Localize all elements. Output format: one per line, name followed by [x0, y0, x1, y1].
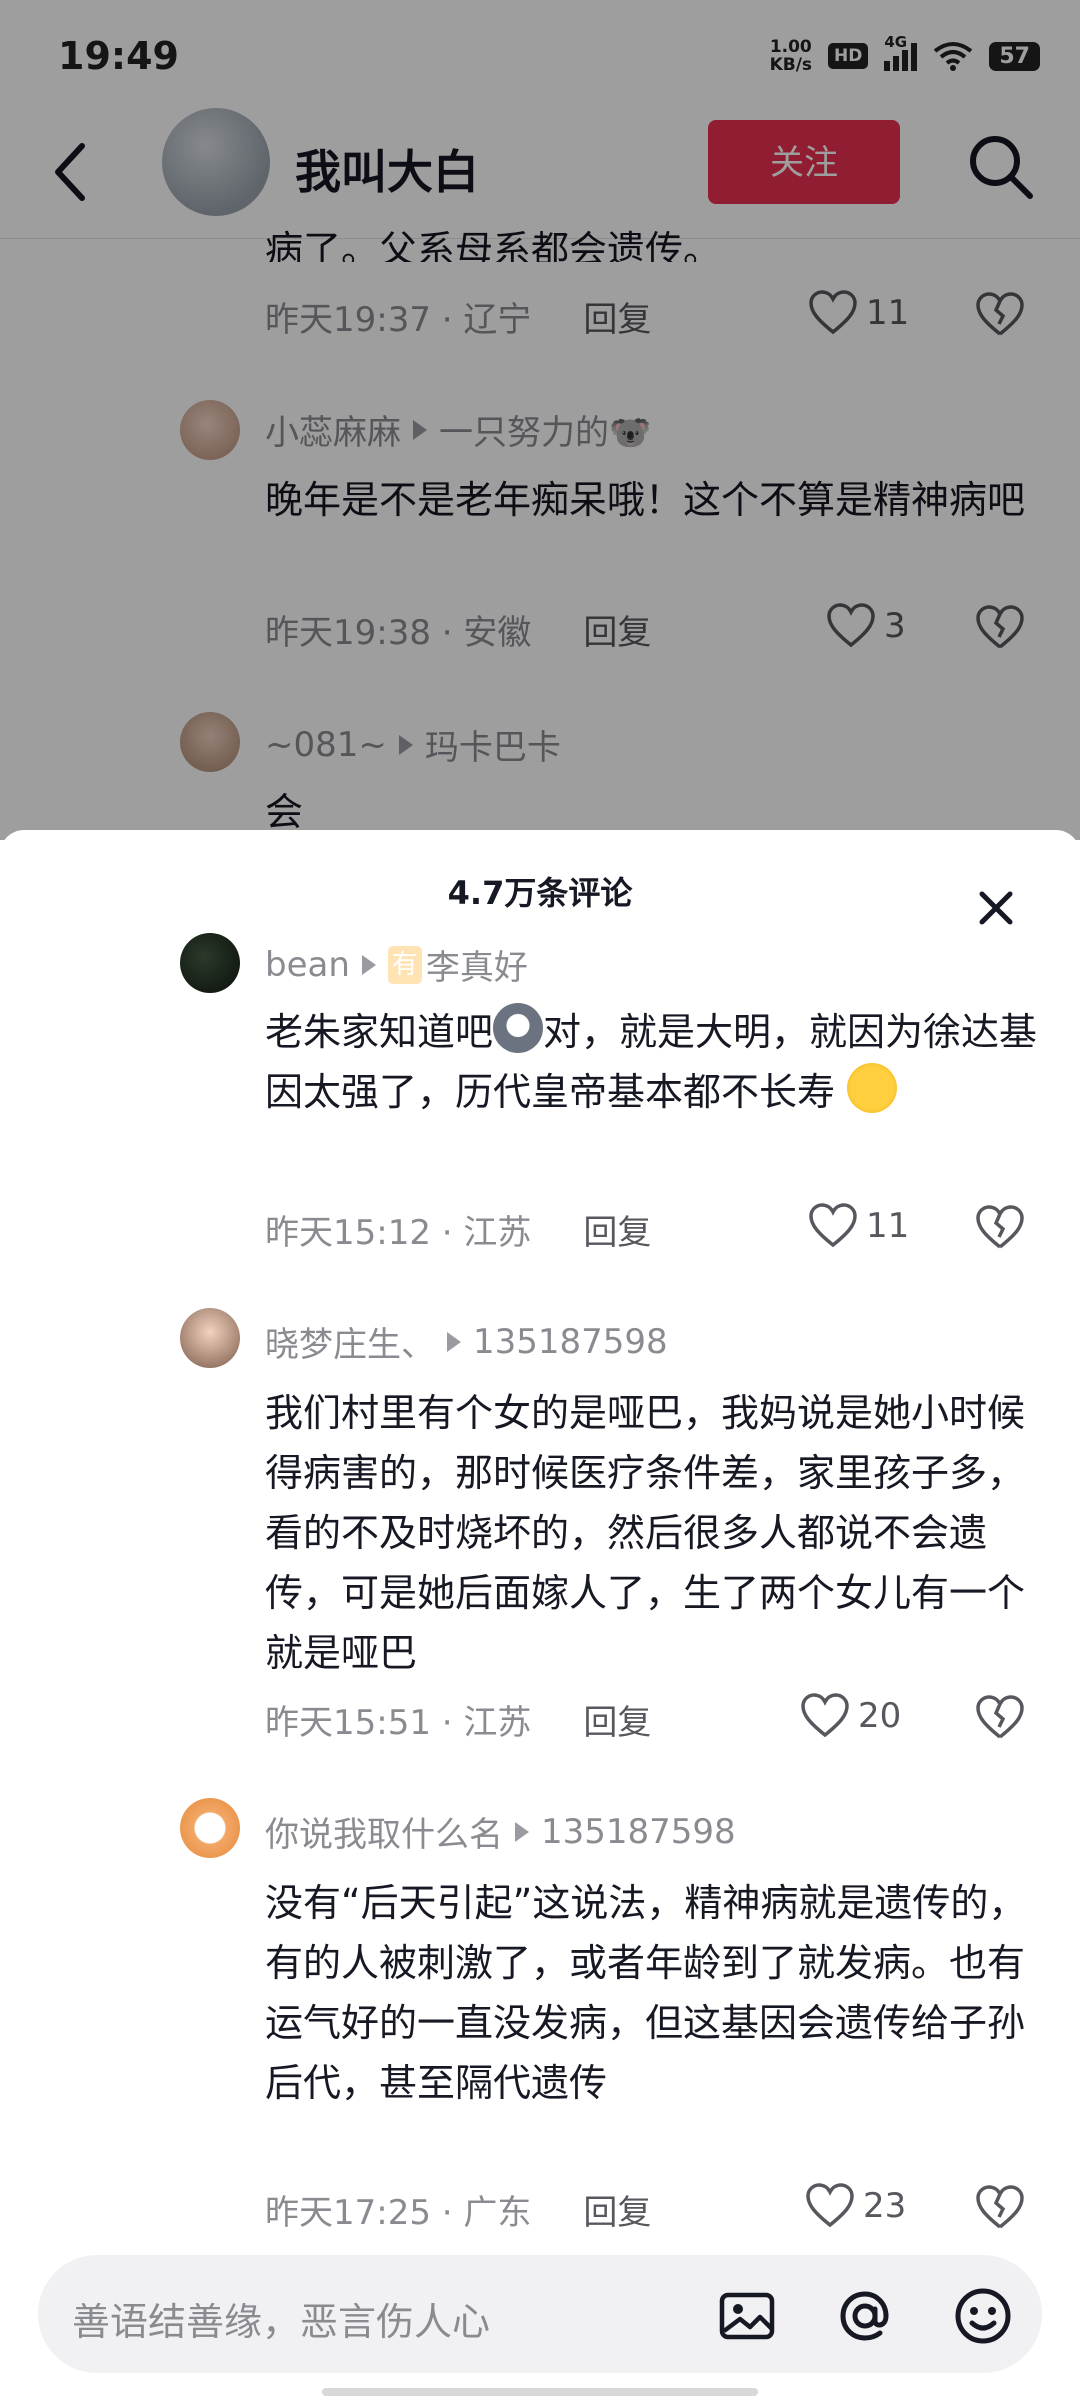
- comment-count-title: 4.7万条评论: [447, 874, 633, 912]
- broken-heart-icon[interactable]: [975, 2183, 1025, 2233]
- mention-icon[interactable]: [834, 2285, 896, 2347]
- broken-heart-icon[interactable]: [975, 1203, 1025, 1253]
- reply-arrow-icon: [361, 954, 376, 975]
- heart-icon: [806, 2183, 854, 2228]
- reply-button[interactable]: 回复: [583, 2193, 651, 2233]
- reply-to-username[interactable]: 135187598: [473, 1322, 668, 1362]
- reply-button[interactable]: 回复: [583, 1213, 651, 1253]
- modal-overlay[interactable]: [0, 0, 1080, 840]
- comment-username[interactable]: bean: [265, 945, 350, 985]
- heart-icon: [801, 1693, 849, 1738]
- comment-input-bar[interactable]: 善语结善缘，恶言伤人心: [38, 2255, 1042, 2373]
- reply-to-username[interactable]: 135187598: [541, 1812, 736, 1852]
- avatar[interactable]: [180, 1798, 240, 1858]
- laugh-cry-emoji-icon: [847, 1063, 898, 1113]
- like-button[interactable]: 23: [805, 2183, 906, 2229]
- heart-icon: [809, 1203, 857, 1248]
- image-icon[interactable]: [716, 2285, 778, 2347]
- avatar[interactable]: [180, 1308, 240, 1368]
- comment-user-line: 你说我取什么名 135187598: [265, 1807, 736, 1856]
- avatar[interactable]: [180, 933, 240, 993]
- comment-username[interactable]: 你说我取什么名: [265, 1807, 503, 1856]
- comment-input-placeholder[interactable]: 善语结善缘，恶言伤人心: [72, 2291, 490, 2346]
- comment-username[interactable]: 晓梦庄生、: [265, 1317, 435, 1366]
- comment-text: 老朱家知道吧 对，就是大明，就因为徐达基因太强了，历代皇帝基本都不长寿: [265, 1002, 1045, 1122]
- comment-meta: 昨天17:25 · 广东 回复: [265, 2193, 652, 2233]
- reply-button[interactable]: 回复: [583, 1703, 651, 1743]
- comment-meta: 昨天15:51 · 江苏 回复: [265, 1703, 652, 1743]
- comment-text: 没有“后天引起”这说法，精神病就是遗传的，有的人被刺激了，或者年龄到了就发病。也…: [265, 1881, 1027, 2105]
- home-indicator[interactable]: [322, 2388, 758, 2396]
- husky-emoji-icon: [493, 1003, 544, 1053]
- comment-text: 我们村里有个女的是哑巴，我妈说是她小时候得病害的，那时候医疗条件差，家里孩子多，…: [265, 1391, 1026, 1675]
- comment-sheet: 4.7万条评论 bean 有 李真好 老朱家知道吧 对，就是大明，就因为徐达基因太…: [0, 830, 1080, 2400]
- reply-arrow-icon: [515, 1821, 529, 1842]
- like-button[interactable]: 11: [808, 1203, 909, 1249]
- emoji-icon[interactable]: [952, 2285, 1014, 2347]
- broken-heart-icon[interactable]: [975, 1693, 1025, 1743]
- comment-user-line: 晓梦庄生、 135187598: [265, 1317, 668, 1366]
- comment-meta: 昨天15:12 · 江苏 回复: [265, 1213, 652, 1253]
- reply-arrow-icon: [447, 1331, 461, 1352]
- reply-to-username[interactable]: 李真好: [426, 940, 528, 989]
- close-icon[interactable]: [970, 882, 1022, 934]
- comment-user-line: bean 有 李真好: [265, 940, 528, 989]
- like-button[interactable]: 20: [800, 1693, 901, 1739]
- friend-badge: 有: [387, 945, 422, 984]
